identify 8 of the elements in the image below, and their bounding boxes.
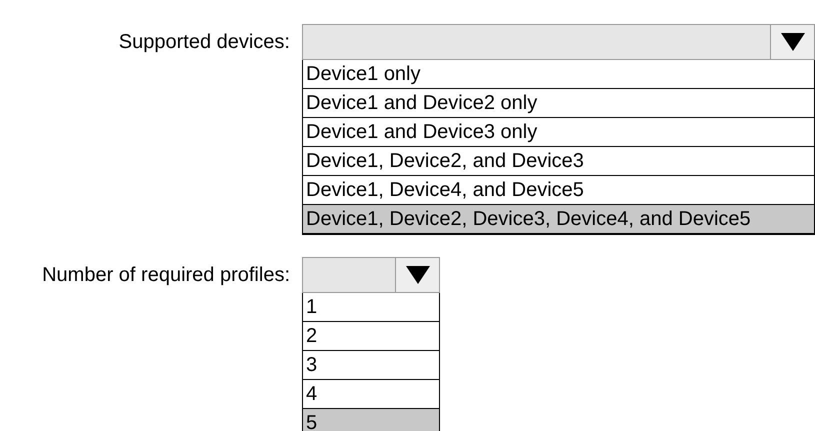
dropdown-option[interactable]: Device1, Device2, Device3, Device4, and Device5 — [303, 205, 814, 234]
caret-icon[interactable] — [780, 33, 804, 51]
dropdown-field[interactable] — [302, 24, 815, 60]
field-label: Supported devices: — [118, 30, 290, 55]
dropdown-option[interactable]: 5 — [303, 409, 439, 431]
caret-icon[interactable] — [406, 266, 430, 284]
field-label: Number of required profiles: — [42, 263, 290, 288]
dropdown-field[interactable] — [302, 257, 440, 293]
